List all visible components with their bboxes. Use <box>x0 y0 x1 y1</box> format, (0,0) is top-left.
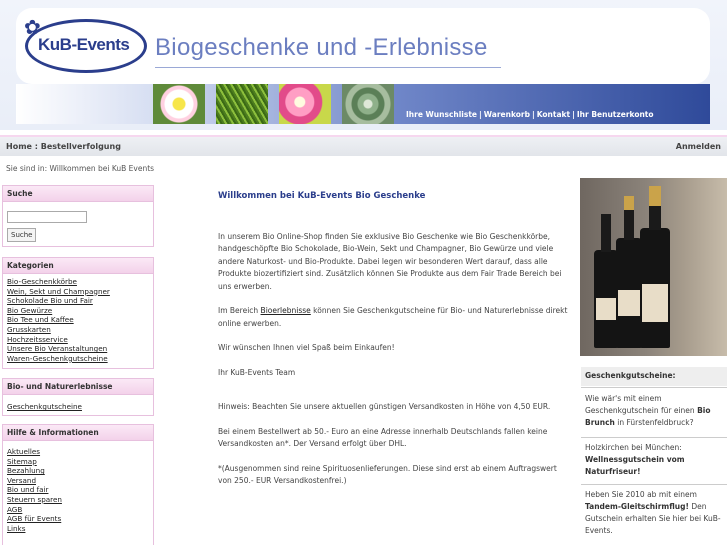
daisy-photo <box>153 84 205 124</box>
spirits-exception-paragraph: *(Ausgenommen sind reine Spirituosenlief… <box>218 463 557 486</box>
category-wine[interactable]: Wein, Sekt und Champagner <box>7 287 149 297</box>
help-links[interactable]: Links <box>7 524 149 534</box>
voucher-3-text-a: Heben Sie 2010 ab mit einem <box>585 490 697 499</box>
voucher-2-highlight: Wellnessgutschein vom Naturfriseur! <box>585 455 685 476</box>
breadcrumb-bar: Home : Bestellverfolgung Anmelden <box>0 135 727 156</box>
help-info-title: Hilfe & Informationen <box>3 425 153 441</box>
search-box: Suche Suche <box>2 185 154 247</box>
help-bio-fair[interactable]: Bio und fair <box>7 485 149 495</box>
breadcrumb: Home : Bestellverfolgung <box>6 142 121 151</box>
experiences-text-a: Im Bereich <box>218 306 261 315</box>
wine-bottles-photo <box>580 178 727 356</box>
site-title: Biogeschenke und -Erlebnisse <box>155 34 488 61</box>
main-content: Willkommen bei KuB-Events Bio Geschenke … <box>218 190 568 500</box>
voucher-1-text-c: in Fürstenfeldbruck? <box>614 418 694 427</box>
help-shipping[interactable]: Versand <box>7 476 149 486</box>
category-greeting-cards[interactable]: Grusskarten <box>7 325 149 335</box>
nav-contact[interactable]: Kontakt <box>537 110 570 119</box>
team-signature: Ihr KuB-Events Team <box>218 367 296 377</box>
categories-title: Kategorien <box>3 258 153 274</box>
nav-cart[interactable]: Warenkorb <box>484 110 530 119</box>
divider-3 <box>581 484 727 485</box>
bio-experiences-box: Bio- und Naturerlebnisse Geschenkgutsche… <box>2 378 154 416</box>
greeting-paragraph: Wir wünschen Ihnen viel Spaß beim Einkau… <box>218 343 395 352</box>
help-news[interactable]: Aktuelles <box>7 447 149 457</box>
experiences-paragraph: Im Bereich Bioerlebnisse können Sie Gesc… <box>218 305 568 330</box>
gift-vouchers-heading: Geschenkgutscheine: <box>581 367 727 386</box>
bio-gift-vouchers-link[interactable]: Geschenkgutscheine <box>7 402 149 412</box>
help-payment[interactable]: Bezahlung <box>7 466 149 476</box>
voucher-tandem-flight[interactable]: Heben Sie 2010 ab mit einem Tandem-Gleit… <box>585 489 725 537</box>
nav-wishlist[interactable]: Ihre Wunschliste <box>406 110 477 119</box>
category-events[interactable]: Unsere Bio Veranstaltungen <box>7 344 149 354</box>
logo-text[interactable]: KuB-Events <box>38 35 130 55</box>
location-text: Sie sind in: Willkommen bei KuB Events <box>6 164 155 173</box>
crumb-order-tracking[interactable]: Bestellverfolgung <box>41 142 121 151</box>
top-nav: Ihre Wunschliste | Warenkorb | Kontakt | Ihr B… <box>406 110 654 119</box>
divider-1 <box>581 387 727 388</box>
category-tea-coffee[interactable]: Bio Tee und Kaffee <box>7 315 149 325</box>
nav-account[interactable]: Ihr Benutzerkonto <box>577 110 654 119</box>
help-tax[interactable]: Steuern sparen <box>7 495 149 505</box>
search-input[interactable] <box>7 211 87 223</box>
category-wedding[interactable]: Hochzeitsservice <box>7 335 149 345</box>
category-chocolate[interactable]: Schokolade Bio und Fair <box>7 296 149 306</box>
shipping-notice: Hinweis: Beachten Sie unsere aktuellen g… <box>218 402 551 411</box>
help-sitemap[interactable]: Sitemap <box>7 457 149 467</box>
free-shipping-paragraph: Bei einem Bestellwert ab 50.- Euro an ei… <box>218 426 548 449</box>
crumb-separator: : <box>34 142 38 151</box>
voucher-1-text-a: Wie wär's mit einem Geschenkgutschein fü… <box>585 394 698 415</box>
welcome-heading: Willkommen bei KuB-Events Bio Geschenke <box>218 191 426 201</box>
voucher-3-highlight: Tandem-Gleitschirmflug! <box>585 502 689 511</box>
categories-box: Kategorien Bio-Geschenkkörbe Wein, Sekt … <box>2 257 154 369</box>
category-gift-baskets[interactable]: Bio-Geschenkkörbe <box>7 277 149 287</box>
crumb-home[interactable]: Home <box>6 142 32 151</box>
voucher-2-text-a: Holzkirchen bei München: <box>585 443 682 452</box>
login-link[interactable]: Anmelden <box>676 142 721 151</box>
voucher-wellness[interactable]: Holzkirchen bei München: Wellnessgutsche… <box>585 442 725 478</box>
divider-2 <box>581 437 727 438</box>
intro-paragraph: In unserem Bio Online-Shop finden Sie ex… <box>218 231 562 291</box>
voucher-bio-brunch[interactable]: Wie wär's mit einem Geschenkgutschein fü… <box>585 393 725 429</box>
fennel-photo <box>216 84 268 124</box>
category-spices[interactable]: Bio Gewürze <box>7 306 149 316</box>
search-box-title: Suche <box>3 186 153 202</box>
help-agb[interactable]: AGB <box>7 505 149 515</box>
pink-flower-photo <box>279 84 331 124</box>
search-button[interactable]: Suche <box>7 227 37 242</box>
title-underline <box>155 67 501 68</box>
bio-experiences-title: Bio- und Naturerlebnisse <box>3 379 153 395</box>
help-agb-events[interactable]: AGB für Events <box>7 514 149 524</box>
category-vouchers[interactable]: Waren-Geschenkgutscheine <box>7 354 149 364</box>
succulent-photo <box>342 84 394 124</box>
help-info-box: Hilfe & Informationen Aktuelles Sitemap … <box>2 424 154 545</box>
bioerlebnisse-link[interactable]: Bioerlebnisse <box>261 306 311 315</box>
